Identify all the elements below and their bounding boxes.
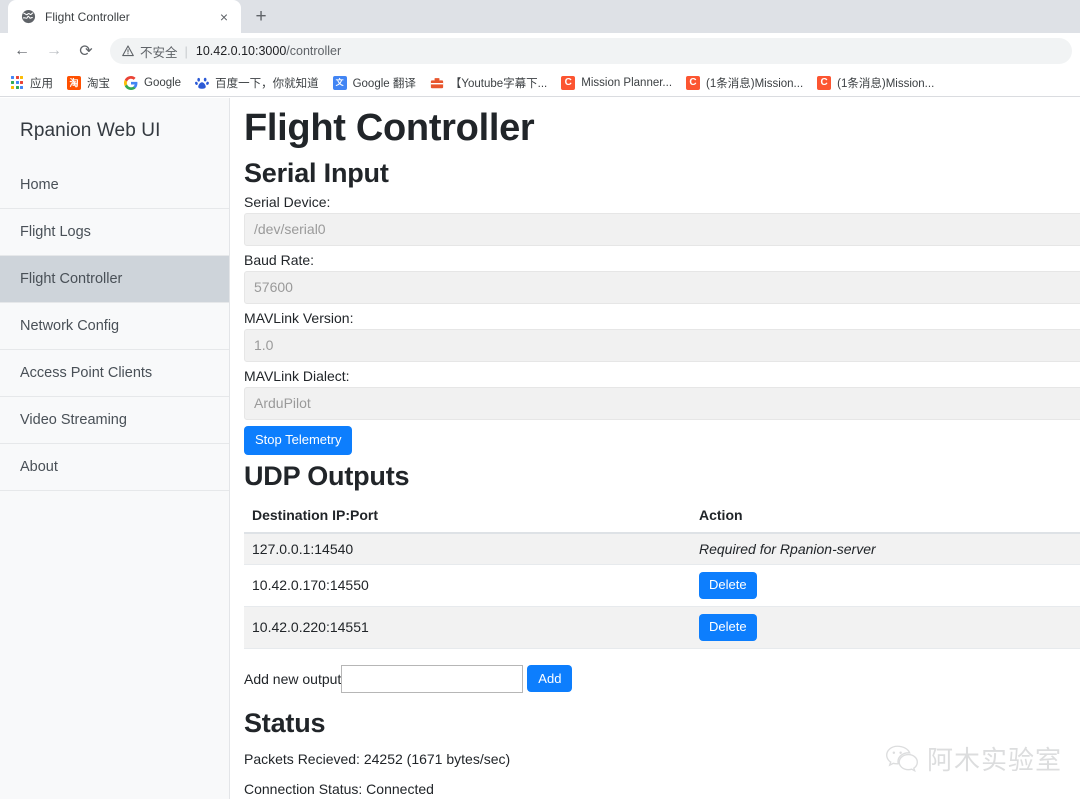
sidebar-item-access-point-clients[interactable]: Access Point Clients	[0, 350, 229, 397]
bookmark-label: 应用	[30, 77, 53, 90]
page-viewport: Rpanion Web UI Home Flight Logs Flight C…	[0, 98, 1080, 799]
sidebar-item-network-config[interactable]: Network Config	[0, 303, 229, 350]
sidebar-item-video-streaming[interactable]: Video Streaming	[0, 397, 229, 444]
action-cell: Delete	[691, 564, 1080, 607]
bookmark-taobao[interactable]: 淘 淘宝	[66, 75, 110, 91]
sidebar-item-label: About	[20, 459, 58, 475]
bookmark-mission-message-1[interactable]: C (1条消息)Mission...	[685, 75, 803, 91]
globe-icon	[20, 9, 36, 25]
column-header-action: Action	[691, 498, 1080, 534]
google-translate-icon: 文	[332, 75, 348, 91]
required-note: Required for Rpanion-server	[699, 540, 876, 557]
baidu-icon	[194, 75, 210, 91]
apps-grid-icon	[9, 75, 25, 91]
table-row: 127.0.0.1:14540 Required for Rpanion-ser…	[244, 532, 1080, 565]
bookmark-google[interactable]: Google	[123, 75, 181, 91]
omnibox-separator: |	[184, 43, 188, 59]
bookmark-youtube-subtitle[interactable]: 【Youtube字幕下...	[429, 75, 547, 91]
bookmarks-bar: 应用 淘 淘宝 Google 百度一下，你就知道 文 Google 翻译 【Yo…	[0, 69, 1080, 97]
bookmark-mission-planner[interactable]: C Mission Planner...	[560, 75, 672, 91]
close-icon[interactable]: ×	[215, 8, 233, 26]
browser-toolbar: ← → ⟳ 不安全 | 10.42.0.10:3000/controller	[0, 33, 1080, 69]
add-output-button[interactable]: Add	[527, 665, 573, 693]
tab-strip: Flight Controller × +	[0, 0, 1080, 33]
toolbox-icon	[429, 75, 445, 91]
warning-triangle-icon	[122, 45, 134, 57]
column-header-destination: Destination IP:Port	[244, 498, 691, 534]
sidebar-item-home[interactable]: Home	[0, 162, 229, 209]
url-path: /controller	[286, 44, 342, 58]
action-cell: Required for Rpanion-server	[691, 532, 1080, 565]
sidebar-item-about[interactable]: About	[0, 444, 229, 491]
address-bar[interactable]: 不安全 | 10.42.0.10:3000/controller	[110, 38, 1072, 64]
destination-cell: 10.42.0.220:14551	[244, 606, 691, 649]
bookmark-mission-message-2[interactable]: C (1条消息)Mission...	[816, 75, 934, 91]
csdn-c-icon: C	[560, 75, 576, 91]
reload-icon[interactable]: ⟳	[72, 37, 100, 65]
delete-button[interactable]: Delete	[699, 571, 757, 599]
udp-outputs-table: Destination IP:Port Action 127.0.0.1:145…	[244, 498, 1080, 649]
bookmark-label: Google 翻译	[352, 77, 416, 90]
sidebar-item-label: Flight Controller	[20, 271, 123, 287]
add-output-label: Add new output	[244, 670, 342, 687]
sidebar-item-flight-logs[interactable]: Flight Logs	[0, 209, 229, 256]
udp-outputs-heading: UDP Outputs	[244, 461, 410, 492]
bookmark-label: 百度一下，你就知道	[215, 77, 319, 90]
packets-received-line: Packets Recieved: 24252 (1671 bytes/sec)	[244, 750, 511, 767]
table-row: 10.42.0.170:14550 Delete	[244, 564, 1080, 607]
serial-input-heading: Serial Input	[244, 157, 389, 188]
sidebar-item-label: Network Config	[20, 318, 120, 334]
security-label: 不安全	[140, 45, 178, 60]
csdn-c-icon: C	[816, 75, 832, 91]
forward-icon[interactable]: →	[40, 37, 68, 65]
bookmark-label: 淘宝	[87, 77, 110, 90]
page-title: Flight Controller	[244, 107, 535, 149]
baud-rate-select[interactable]: 57600	[244, 271, 1080, 305]
sidebar: Rpanion Web UI Home Flight Logs Flight C…	[0, 98, 230, 799]
new-tab-button[interactable]: +	[247, 2, 275, 30]
serial-device-label: Serial Device:	[244, 194, 331, 211]
action-cell: Delete	[691, 606, 1080, 649]
tab-title: Flight Controller	[45, 9, 130, 24]
bookmark-apps[interactable]: 应用	[9, 75, 53, 91]
mavlink-dialect-label: MAVLink Dialect:	[244, 368, 350, 385]
main-content: Flight Controller Serial Input Serial De…	[230, 98, 1080, 799]
table-row: 10.42.0.220:14551 Delete	[244, 606, 1080, 649]
back-icon[interactable]: ←	[8, 37, 36, 65]
taobao-icon: 淘	[66, 75, 82, 91]
sidebar-item-label: Video Streaming	[20, 412, 127, 428]
add-output-input[interactable]	[341, 664, 524, 693]
browser-tab[interactable]: Flight Controller ×	[8, 0, 241, 33]
sidebar-item-label: Access Point Clients	[20, 365, 153, 381]
serial-device-select[interactable]: /dev/serial0	[244, 213, 1080, 247]
bookmark-label: Mission Planner...	[581, 76, 673, 89]
url-host: 10.42.0.10:3000	[195, 44, 287, 58]
delete-button[interactable]: Delete	[699, 613, 757, 641]
sidebar-item-flight-controller[interactable]: Flight Controller	[0, 256, 229, 303]
destination-cell: 127.0.0.1:14540	[244, 532, 691, 565]
destination-cell: 10.42.0.170:14550	[244, 564, 691, 607]
sidebar-item-label: Home	[20, 177, 59, 193]
add-output-row: Add new output Add	[244, 664, 1080, 693]
bookmark-label: 【Youtube字幕下...	[449, 77, 548, 90]
bookmark-label: (1条消息)Mission...	[706, 77, 804, 90]
google-g-icon	[123, 75, 139, 91]
bookmark-label: (1条消息)Mission...	[837, 77, 935, 90]
baud-rate-label: Baud Rate:	[244, 252, 315, 269]
table-header-row: Destination IP:Port Action	[244, 498, 1080, 534]
bookmark-google-translate[interactable]: 文 Google 翻译	[332, 75, 416, 91]
connection-status-line: Connection Status: Connected	[244, 780, 434, 797]
stop-telemetry-button[interactable]: Stop Telemetry	[244, 426, 353, 456]
bookmark-baidu[interactable]: 百度一下，你就知道	[194, 75, 319, 91]
mavlink-dialect-select[interactable]: ArduPilot	[244, 387, 1080, 421]
sidebar-brand: Rpanion Web UI	[20, 120, 161, 141]
bookmark-label: Google	[144, 76, 182, 89]
sidebar-item-label: Flight Logs	[20, 224, 91, 240]
status-heading: Status	[244, 707, 326, 738]
mavlink-version-label: MAVLink Version:	[244, 310, 354, 327]
browser-window: Flight Controller × + ← → ⟳ 不安全 | 10.42.…	[0, 0, 1080, 799]
csdn-c-icon: C	[685, 75, 701, 91]
mavlink-version-select[interactable]: 1.0	[244, 329, 1080, 363]
